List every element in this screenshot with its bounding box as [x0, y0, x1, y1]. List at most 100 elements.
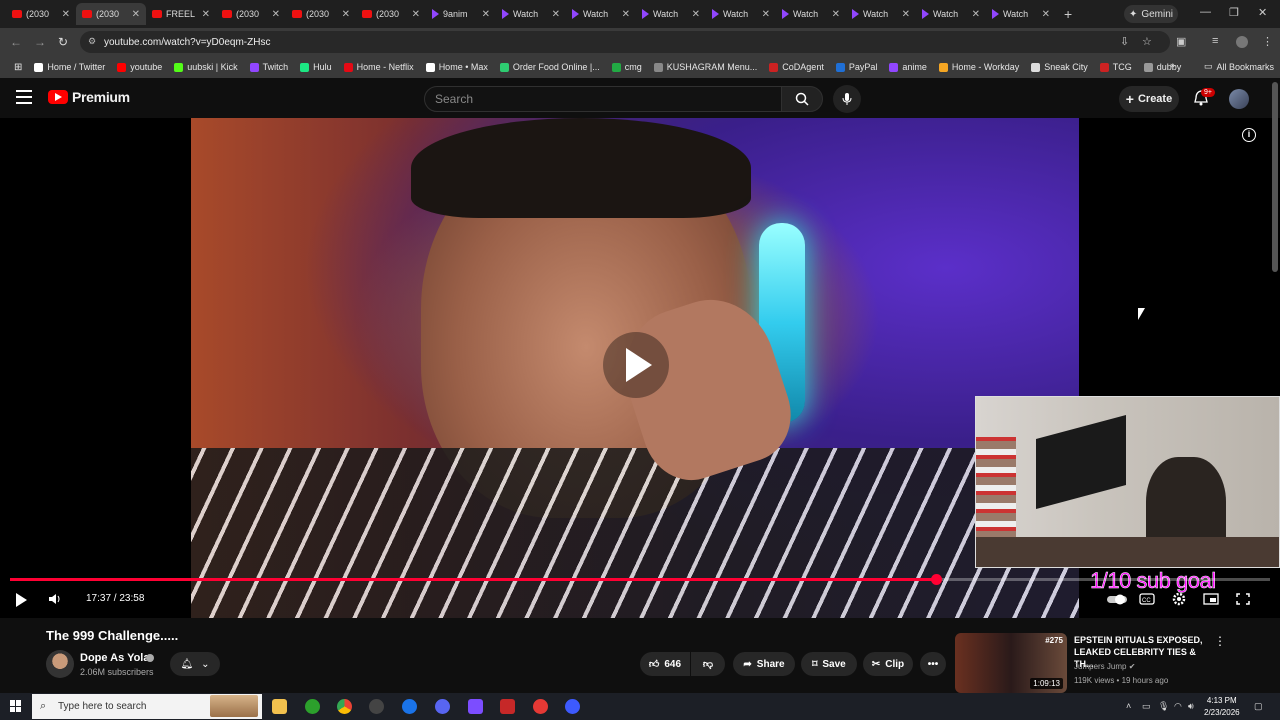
like-button[interactable]: 👍︎ 646: [640, 652, 690, 676]
bookmark-item[interactable]: youtube: [111, 62, 168, 72]
bookmark-item[interactable]: uubski | Kick: [168, 62, 243, 72]
apps-icon[interactable]: ⊞: [8, 62, 28, 73]
bookmark-item[interactable]: PayPal: [830, 62, 884, 72]
play-icon[interactable]: [16, 593, 27, 607]
bookmark-star-icon[interactable]: ☆: [1142, 35, 1152, 48]
microphone-icon[interactable]: 🎙︎: [1158, 701, 1169, 712]
xbox-icon[interactable]: [305, 699, 320, 714]
theater-mode-icon[interactable]: [1203, 592, 1219, 606]
bookmark-item[interactable]: Home / Twitter: [28, 62, 111, 72]
fullscreen-icon[interactable]: [1235, 592, 1251, 606]
minimize-icon[interactable]: —: [1200, 6, 1211, 18]
close-window-icon[interactable]: ✕: [1258, 6, 1267, 19]
autoplay-toggle-icon[interactable]: [1106, 592, 1128, 606]
browser-tab[interactable]: Watch ✕: [986, 3, 1056, 25]
large-play-button[interactable]: [603, 332, 669, 398]
gamepad-icon[interactable]: [468, 699, 483, 714]
page-scrollbar[interactable]: [1272, 82, 1278, 272]
browser-tab[interactable]: Watch ✕: [496, 3, 566, 25]
browser-tab[interactable]: Watch ✕: [636, 3, 706, 25]
address-bar[interactable]: ⚙ youtube.com/watch?v=yD0eqm-ZHsc: [80, 31, 1170, 53]
video-player[interactable]: i 1/10 sub goal 17:37 / 23:58 CC: [0, 118, 1280, 618]
search-input[interactable]: Search: [424, 86, 782, 112]
tray-chevron-icon[interactable]: ˄: [1126, 701, 1131, 711]
dislike-button[interactable]: 👎︎: [691, 652, 725, 676]
bookmarks-overflow-icon[interactable]: »: [1170, 60, 1175, 70]
search-button[interactable]: [781, 86, 823, 112]
close-tab-icon[interactable]: ✕: [412, 9, 420, 20]
network-icon[interactable]: ▭: [1142, 701, 1151, 712]
file-explorer-icon[interactable]: [272, 699, 287, 714]
close-tab-icon[interactable]: ✕: [622, 9, 630, 20]
install-icon[interactable]: ⇩: [1120, 35, 1129, 48]
recommended-video-channel[interactable]: Jumpers Jump ✔︎: [1074, 662, 1135, 671]
bookmark-item[interactable]: anime: [883, 62, 933, 72]
browser-tab[interactable]: Watch ✕: [566, 3, 636, 25]
obs-icon[interactable]: [369, 699, 384, 714]
windows-start-icon[interactable]: [10, 700, 22, 712]
bookmark-item[interactable]: TCG: [1094, 62, 1138, 72]
close-tab-icon[interactable]: ✕: [342, 9, 350, 20]
more-actions-button[interactable]: •••: [920, 652, 946, 676]
close-tab-icon[interactable]: ✕: [202, 9, 210, 20]
share-button[interactable]: ➦ Share: [733, 652, 795, 676]
recommended-more-icon[interactable]: ⋮: [1214, 634, 1226, 648]
app-icon-purple[interactable]: [565, 699, 580, 714]
account-avatar[interactable]: [1229, 89, 1249, 109]
forward-icon[interactable]: →: [34, 35, 46, 49]
speaker-icon[interactable]: 🔊︎: [1188, 701, 1194, 712]
close-tab-icon[interactable]: ✕: [62, 9, 70, 20]
reload-icon[interactable]: ↻: [58, 35, 68, 49]
bookmark-item[interactable]: Twitch: [244, 62, 295, 72]
new-tab-icon[interactable]: +: [1064, 6, 1072, 22]
bookmark-item[interactable]: dubby: [1138, 62, 1188, 72]
browser-tab[interactable]: Watch ✕: [706, 3, 776, 25]
profile-icon[interactable]: [1236, 36, 1248, 48]
wifi-icon[interactable]: ◠: [1174, 701, 1182, 712]
close-tab-icon[interactable]: ✕: [482, 9, 490, 20]
all-bookmarks-link[interactable]: ▭ All Bookmarks: [1198, 61, 1280, 72]
volume-icon[interactable]: [48, 592, 62, 606]
browser-tab[interactable]: (2030 ✕: [286, 3, 356, 25]
bookmark-item[interactable]: Home - Netflix: [338, 62, 420, 72]
close-tab-icon[interactable]: ✕: [762, 9, 770, 20]
close-tab-icon[interactable]: ✕: [132, 9, 140, 20]
bookmark-item[interactable]: CoDAgent: [763, 62, 830, 72]
browser-tab[interactable]: (2030 ✕: [356, 3, 426, 25]
close-tab-icon[interactable]: ✕: [272, 9, 280, 20]
close-tab-icon[interactable]: ✕: [552, 9, 560, 20]
close-tab-icon[interactable]: ✕: [972, 9, 980, 20]
maximize-icon[interactable]: ❐: [1229, 6, 1239, 19]
browser-tab[interactable]: (2030 ✕: [216, 3, 286, 25]
captions-icon[interactable]: CC: [1139, 592, 1155, 606]
app-icon-blue[interactable]: [402, 699, 417, 714]
bookmark-item[interactable]: cmg: [606, 62, 648, 72]
browser-tab[interactable]: Watch ✕: [846, 3, 916, 25]
back-icon[interactable]: ←: [10, 35, 22, 49]
browser-tab[interactable]: FREEL ✕: [146, 3, 216, 25]
browser-tab[interactable]: (2030 ✕: [6, 3, 76, 25]
save-button[interactable]: ⌑ Save: [801, 652, 857, 676]
subscribed-notification-button[interactable]: 🔔︎ ⌄: [170, 652, 220, 676]
clip-button[interactable]: ✂ Clip: [863, 652, 913, 676]
channel-avatar[interactable]: [46, 650, 74, 678]
youtube-logo[interactable]: Premium: [48, 89, 130, 105]
gemini-button[interactable]: ✦ Gemini: [1124, 5, 1178, 23]
discord-icon[interactable]: [435, 699, 450, 714]
bookmark-item[interactable]: Order Food Online |...: [494, 62, 606, 72]
hamburger-menu-icon[interactable]: [16, 90, 32, 104]
recommended-video-thumbnail[interactable]: #275 1:09:13: [955, 633, 1067, 693]
browser-tab[interactable]: 9anim ✕: [426, 3, 496, 25]
browser-tab[interactable]: Watch ✕: [776, 3, 846, 25]
browser-tab[interactable]: Watch ✕: [916, 3, 986, 25]
bookmark-item[interactable]: Home • Max: [420, 62, 494, 72]
channel-name[interactable]: Dope As Yola: [80, 652, 149, 664]
media-player-icon[interactable]: [533, 699, 548, 714]
voice-search-button[interactable]: [833, 85, 861, 113]
bookmark-item[interactable]: Sneak City: [1025, 62, 1094, 72]
create-button[interactable]: + Create: [1119, 86, 1179, 112]
bookmark-item[interactable]: Hulu: [294, 62, 338, 72]
settings-gear-icon[interactable]: [1171, 592, 1187, 606]
close-tab-icon[interactable]: ✕: [832, 9, 840, 20]
notification-center-icon[interactable]: ▢: [1254, 701, 1263, 712]
